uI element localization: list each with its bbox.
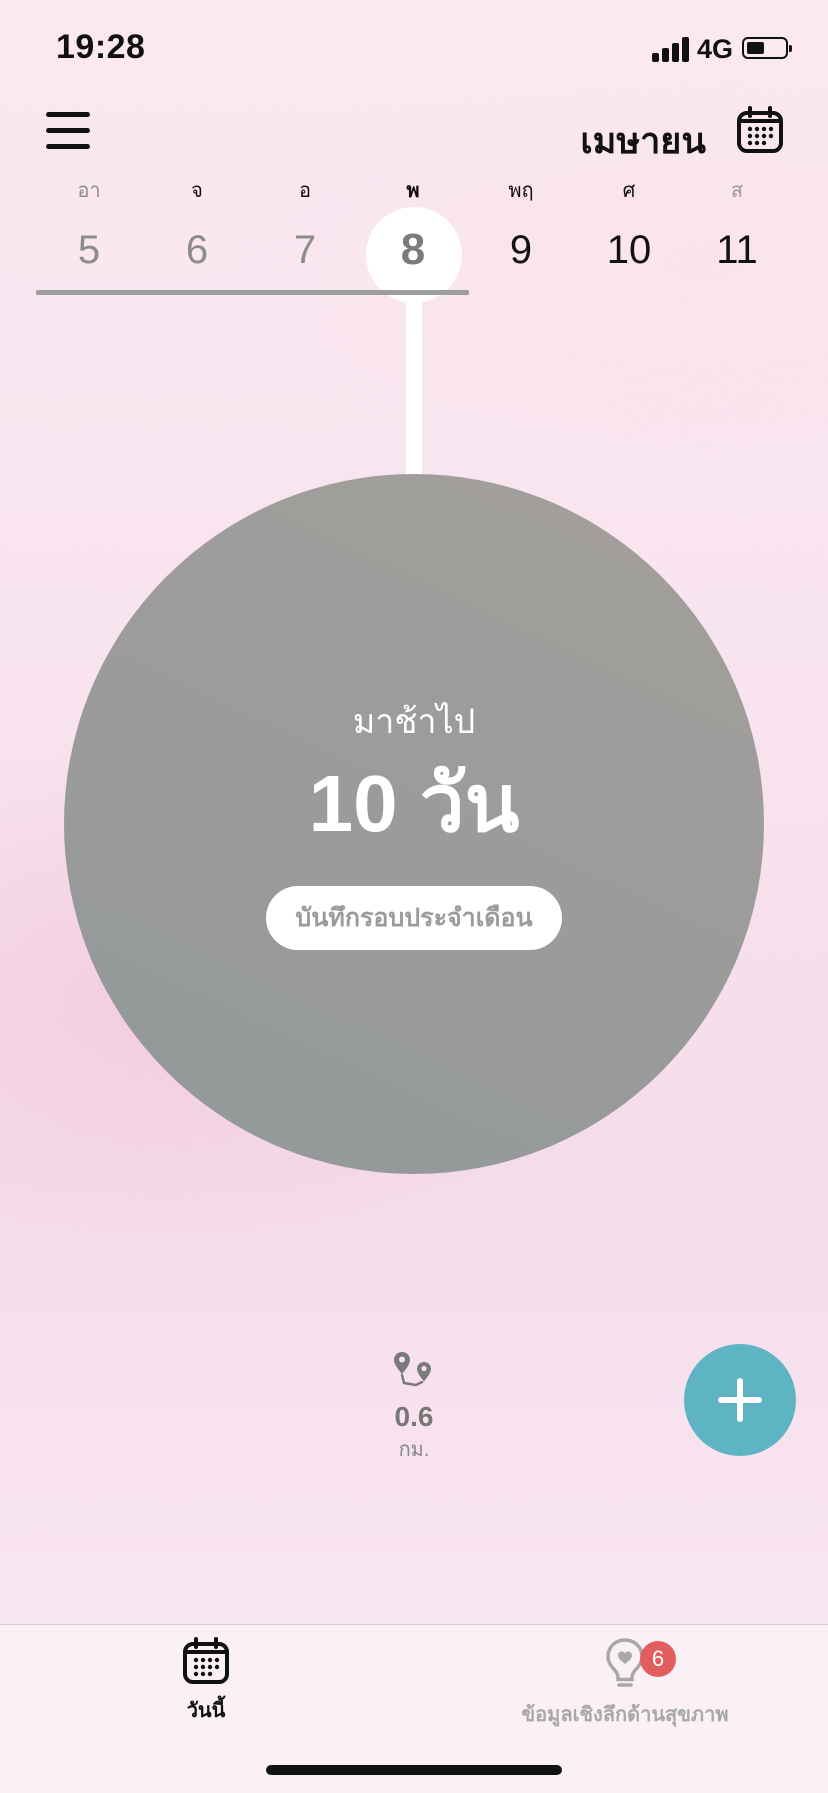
route-pins-icon bbox=[394, 1352, 431, 1387]
status-bar: 19:28 4G bbox=[0, 0, 828, 100]
date-number: 5 bbox=[77, 228, 101, 272]
calendar-icon bbox=[183, 1637, 229, 1684]
distance-widget[interactable]: 0.6 กม. bbox=[374, 1350, 454, 1465]
date-number: 10 bbox=[606, 228, 652, 272]
hamburger-menu-button[interactable] bbox=[46, 110, 94, 150]
notification-badge: 6 bbox=[640, 1641, 676, 1677]
cellular-signal-icon bbox=[652, 36, 692, 62]
weekday-label: จ bbox=[191, 180, 203, 202]
day-tue[interactable]: อ 7 bbox=[251, 175, 359, 305]
day-sun[interactable]: อา 5 bbox=[35, 175, 143, 305]
weekday-label: พฤ bbox=[508, 180, 534, 202]
weekday-label: พ bbox=[406, 180, 420, 202]
day-thu[interactable]: พฤ 9 bbox=[467, 175, 575, 305]
calendar-button[interactable] bbox=[736, 106, 784, 154]
tab-health-insights-label: ข้อมูลเชิงลึกด้านสุขภาพ bbox=[521, 1704, 729, 1726]
date-number: 8 bbox=[400, 225, 426, 274]
network-type: 4G bbox=[697, 34, 734, 64]
weekday-label: ศ bbox=[622, 180, 636, 202]
calendar-icon bbox=[737, 106, 783, 153]
week-strip: อา 5 จ 6 อ 7 พ 8 พฤ 9 ศ 10 ส 11 bbox=[0, 175, 828, 305]
weekday-label: อ bbox=[298, 180, 311, 202]
log-period-button[interactable]: บันทึกรอบประจำเดือน bbox=[266, 886, 562, 950]
day-wed-today[interactable]: พ 8 bbox=[359, 175, 467, 305]
distance-value: 0.6 bbox=[394, 1401, 434, 1432]
battery-icon bbox=[742, 37, 792, 59]
today-connector bbox=[406, 300, 422, 476]
day-fri[interactable]: ศ 10 bbox=[575, 175, 683, 305]
weekday-label: อา bbox=[77, 180, 101, 202]
tab-today[interactable]: วันนี้ bbox=[136, 1637, 276, 1726]
home-indicator bbox=[266, 1765, 562, 1775]
date-number: 9 bbox=[509, 228, 533, 272]
date-number: 7 bbox=[293, 228, 317, 272]
tab-health-insights[interactable]: 6 ข้อมูลเชิงลึกด้านสุขภาพ bbox=[500, 1637, 750, 1730]
distance-unit: กม. bbox=[398, 1439, 430, 1461]
tab-today-label: วันนี้ bbox=[186, 1700, 226, 1722]
month-title: เมษายน bbox=[580, 120, 706, 161]
status-time: 19:28 bbox=[56, 28, 146, 66]
add-button[interactable] bbox=[684, 1344, 796, 1456]
days-late-value: 10 วัน bbox=[308, 759, 520, 848]
day-mon[interactable]: จ 6 bbox=[143, 175, 251, 305]
date-number: 6 bbox=[185, 228, 209, 272]
weekday-label: ส bbox=[730, 180, 744, 202]
day-sat[interactable]: ส 11 bbox=[683, 175, 791, 305]
date-number: 11 bbox=[716, 228, 758, 272]
